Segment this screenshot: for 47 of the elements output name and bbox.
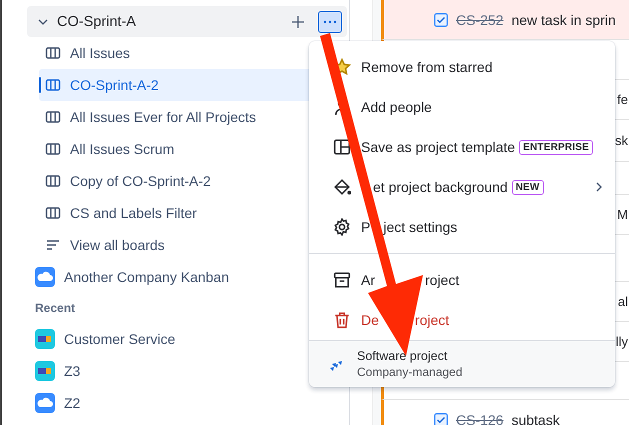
footer-subtitle: Company-managed — [357, 365, 462, 379]
menu-item-label: et project background — [373, 179, 508, 195]
project-item[interactable]: Z3 — [27, 355, 347, 387]
plus-icon — [291, 14, 305, 28]
menu-item-label: P — [361, 219, 370, 235]
issue-row[interactable]: CS-252 new task in sprin — [381, 0, 629, 40]
checkbox[interactable] — [434, 412, 448, 425]
issue-summary: subtask — [511, 412, 560, 425]
paint-bucket-icon — [333, 178, 351, 196]
section-heading: Recent — [34, 300, 76, 317]
cloud-icon — [35, 267, 55, 287]
box-icon — [35, 329, 55, 349]
issue-summary: new task in sprin — [511, 12, 616, 28]
issue-key: CS-252 — [456, 12, 504, 28]
board-icon — [45, 141, 61, 157]
box-icon — [35, 361, 55, 381]
issue-summary: sk — [615, 133, 628, 148]
trash-icon — [333, 311, 351, 329]
checkbox[interactable] — [434, 12, 448, 26]
template-icon — [333, 138, 351, 156]
more-icon — [323, 20, 337, 24]
more-button[interactable] — [318, 10, 342, 32]
menu-item-label: roject — [414, 312, 450, 328]
board-icon — [45, 77, 61, 93]
project-header[interactable]: CO-Sprint-A — [27, 6, 347, 37]
board-icon — [45, 205, 61, 221]
issue-summary: al — [618, 294, 628, 309]
cloud-icon — [35, 393, 55, 413]
board-icon — [45, 173, 61, 189]
footer-title: Software project — [357, 349, 448, 363]
menu-item-label: Ar — [361, 272, 375, 288]
issue-summary: fe — [617, 92, 628, 107]
menu-item-label: De — [361, 312, 379, 328]
menu-item-label: ject settings — [383, 219, 458, 235]
project-name: CO-Sprint-A — [57, 14, 137, 30]
issue-row[interactable]: CS-126 subtask — [381, 400, 629, 425]
archive-icon — [333, 271, 351, 289]
board-icon — [45, 45, 61, 61]
issue-key: CS-126 — [456, 412, 504, 425]
badge: NEW — [512, 180, 544, 194]
project-item[interactable]: Z2 — [27, 387, 347, 419]
issue-summary: lly — [616, 334, 628, 349]
board-icon — [45, 109, 61, 125]
settings-icon — [333, 218, 351, 236]
badge: ENTERPRISE — [519, 140, 593, 154]
issue-summary: M — [617, 207, 628, 222]
menu-item-label: roject — [425, 272, 460, 288]
